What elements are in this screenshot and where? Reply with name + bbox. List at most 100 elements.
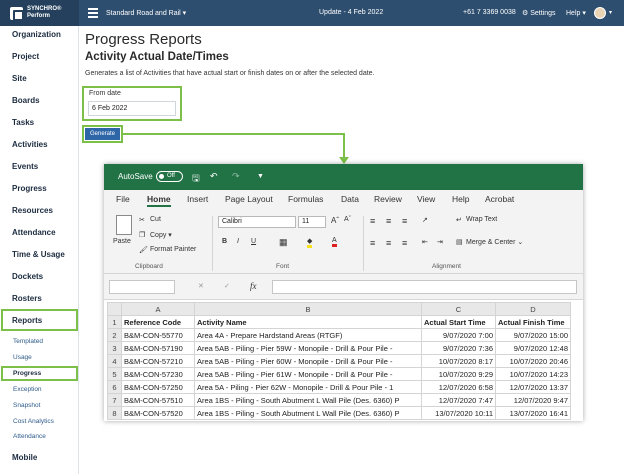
- project-selector[interactable]: Standard Road and Rail ▾: [106, 9, 186, 17]
- table-cell[interactable]: 12/07/2020 9:47: [495, 393, 571, 407]
- column-header[interactable]: D: [495, 302, 571, 316]
- table-cell[interactable]: Activity Name: [194, 315, 422, 329]
- align-bottom-icon[interactable]: ≡: [402, 216, 407, 226]
- insert-function-button[interactable]: fx: [250, 281, 257, 291]
- name-box[interactable]: [109, 280, 175, 294]
- from-date-input[interactable]: 6 Feb 2022: [88, 101, 176, 116]
- borders-icon[interactable]: ▦: [279, 237, 288, 248]
- tab-review[interactable]: Review: [374, 194, 402, 204]
- table-cell[interactable]: B&M-CON-57230: [121, 367, 195, 381]
- tab-insert[interactable]: Insert: [187, 194, 208, 204]
- table-cell[interactable]: B&M-CON-55770: [121, 328, 195, 342]
- sidebar-item-site[interactable]: Site: [12, 74, 27, 83]
- row-number[interactable]: 1: [107, 315, 122, 329]
- align-middle-icon[interactable]: ≡: [386, 216, 391, 226]
- format-painter-icon[interactable]: 🖌: [139, 246, 148, 254]
- confirm-icon[interactable]: ✓: [224, 282, 230, 290]
- tab-help[interactable]: Help: [452, 194, 469, 204]
- table-cell[interactable]: 9/07/2020 12:48: [495, 341, 571, 355]
- tab-view[interactable]: View: [417, 194, 435, 204]
- table-cell[interactable]: 10/07/2020 8:17: [421, 354, 496, 368]
- wrap-text-icon[interactable]: ↵: [456, 216, 462, 224]
- table-cell[interactable]: Actual Start Time: [421, 315, 496, 329]
- tab-formulas[interactable]: Formulas: [288, 194, 323, 204]
- tab-acrobat[interactable]: Acrobat: [485, 194, 514, 204]
- outdent-icon[interactable]: ⇥: [437, 238, 443, 246]
- user-avatar[interactable]: [594, 7, 606, 19]
- sidebar-subitem-usage[interactable]: Usage: [13, 354, 32, 361]
- table-cell[interactable]: 13/07/2020 16:41: [495, 406, 571, 420]
- sidebar-item-mobile[interactable]: Mobile: [12, 453, 37, 462]
- table-cell[interactable]: 10/07/2020 20:46: [495, 354, 571, 368]
- shrink-font-icon[interactable]: Aˇ: [344, 216, 351, 223]
- column-header[interactable]: A: [121, 302, 195, 316]
- table-cell[interactable]: Actual Finish Time: [495, 315, 571, 329]
- copy-button[interactable]: Copy ▾: [150, 231, 172, 239]
- sidebar-subitem-exception[interactable]: Exception: [13, 386, 42, 393]
- table-cell[interactable]: Area 5AB - Piling - Pier 59W - Monopile …: [194, 341, 422, 355]
- font-color-icon[interactable]: A: [332, 237, 337, 247]
- row-number[interactable]: 4: [107, 354, 122, 368]
- sidebar-item-organization[interactable]: Organization: [12, 30, 61, 39]
- table-cell[interactable]: Area 4A - Prepare Hardstand Areas (RTGF): [194, 328, 422, 342]
- cancel-icon[interactable]: ✕: [198, 282, 204, 290]
- save-icon[interactable]: 🖫: [192, 171, 200, 187]
- redo-icon[interactable]: ↷: [232, 171, 240, 182]
- table-cell[interactable]: 9/07/2020 7:36: [421, 341, 496, 355]
- tab-data[interactable]: Data: [341, 194, 359, 204]
- autosave-toggle[interactable]: Off: [156, 171, 183, 182]
- sidebar-item-boards[interactable]: Boards: [12, 96, 40, 105]
- sidebar-subitem-progress[interactable]: Progress: [13, 370, 41, 377]
- sidebar-item-dockets[interactable]: Dockets: [12, 272, 43, 281]
- table-cell[interactable]: 10/07/2020 9:29: [421, 367, 496, 381]
- cut-button[interactable]: Cut: [150, 216, 161, 223]
- tab-file[interactable]: File: [116, 194, 130, 204]
- table-cell[interactable]: B&M-CON-57520: [121, 406, 195, 420]
- sidebar-item-time-usage[interactable]: Time & Usage: [12, 250, 65, 259]
- column-header[interactable]: B: [194, 302, 422, 316]
- column-header[interactable]: C: [421, 302, 496, 316]
- row-number[interactable]: 7: [107, 393, 122, 407]
- table-cell[interactable]: 13/07/2020 10:11: [421, 406, 496, 420]
- sidebar-item-progress[interactable]: Progress: [12, 184, 47, 193]
- table-cell[interactable]: 12/07/2020 6:58: [421, 380, 496, 394]
- chevron-down-icon[interactable]: ▾: [609, 9, 612, 16]
- table-cell[interactable]: 10/07/2020 14:23: [495, 367, 571, 381]
- row-number[interactable]: 8: [107, 406, 122, 420]
- underline-button[interactable]: U: [251, 238, 256, 245]
- copy-icon[interactable]: ❐: [139, 231, 145, 239]
- table-cell[interactable]: B&M-CON-57250: [121, 380, 195, 394]
- select-all-cell[interactable]: [107, 302, 122, 316]
- cut-icon[interactable]: ✂: [139, 216, 145, 224]
- undo-icon[interactable]: ↶: [210, 171, 218, 182]
- generate-button[interactable]: Generate: [85, 128, 120, 140]
- table-cell[interactable]: 9/07/2020 15:00: [495, 328, 571, 342]
- sidebar-subitem-attendance[interactable]: Attendance: [13, 433, 46, 440]
- align-top-icon[interactable]: ≡: [370, 216, 375, 226]
- sidebar-item-rosters[interactable]: Rosters: [12, 294, 42, 303]
- table-cell[interactable]: Area 5A - Piling - Pier 62W - Monopile -…: [194, 380, 422, 394]
- sidebar-item-tasks[interactable]: Tasks: [12, 118, 34, 127]
- synchro-logo[interactable]: SYNCHRO® Perform: [0, 0, 79, 26]
- table-cell[interactable]: B&M-CON-57210: [121, 354, 195, 368]
- bold-button[interactable]: B: [222, 238, 227, 245]
- sidebar-item-resources[interactable]: Resources: [12, 206, 53, 215]
- merge-icon[interactable]: ▤: [456, 238, 463, 246]
- tab-home[interactable]: Home: [147, 194, 171, 207]
- paste-button[interactable]: Paste: [113, 238, 131, 245]
- table-cell[interactable]: Area 5AB - Piling - Pier 60W - Monopile …: [194, 354, 422, 368]
- table-cell[interactable]: 12/07/2020 7:47: [421, 393, 496, 407]
- sidebar-subitem-cost-analytics[interactable]: Cost Analytics: [13, 418, 54, 425]
- row-number[interactable]: 6: [107, 380, 122, 394]
- tab-page-layout[interactable]: Page Layout: [225, 194, 273, 204]
- table-cell[interactable]: B&M-CON-57190: [121, 341, 195, 355]
- table-cell[interactable]: 9/07/2020 7:00: [421, 328, 496, 342]
- row-number[interactable]: 3: [107, 341, 122, 355]
- sidebar-item-reports[interactable]: Reports: [12, 316, 42, 325]
- row-number[interactable]: 5: [107, 367, 122, 381]
- settings-link[interactable]: ⚙ Settings: [522, 9, 556, 17]
- sidebar-subitem-snapshot[interactable]: Snapshot: [13, 402, 40, 409]
- table-cell[interactable]: Area 1BS - Piling - South Abutment L Wal…: [194, 393, 422, 407]
- hamburger-menu-icon[interactable]: [88, 8, 98, 20]
- indent-icon[interactable]: ⇤: [422, 238, 428, 246]
